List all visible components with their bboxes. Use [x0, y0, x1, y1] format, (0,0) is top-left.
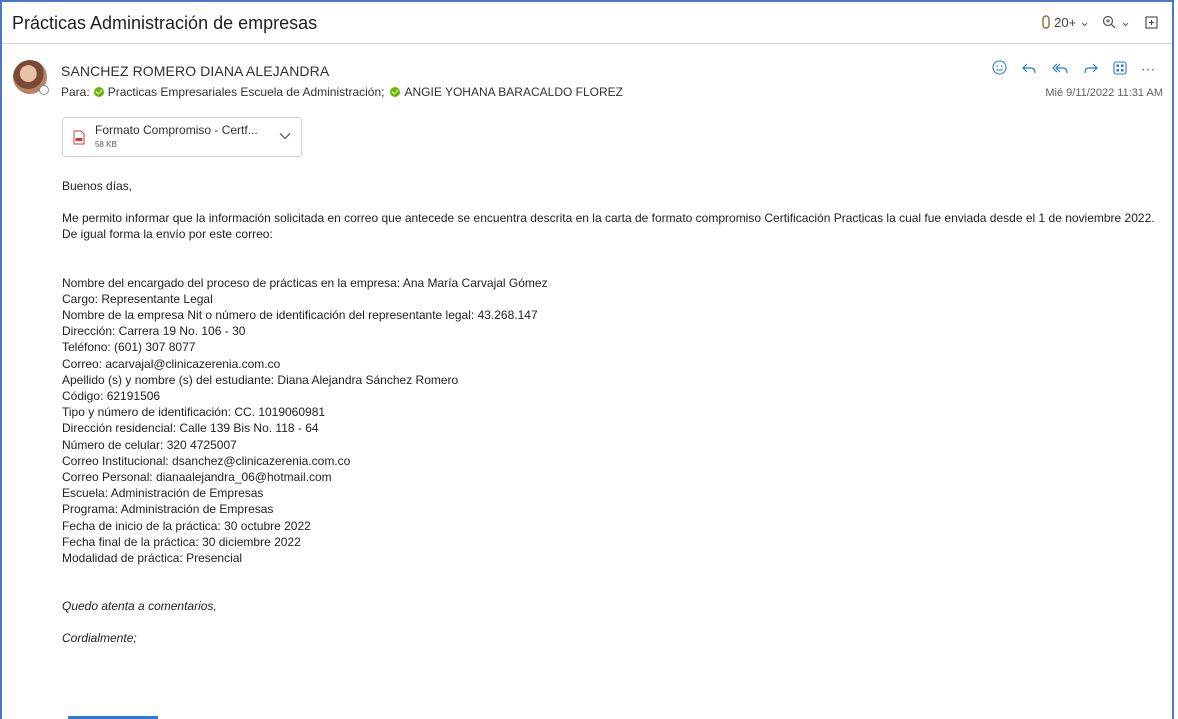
- greeting: Buenos días,: [62, 179, 133, 193]
- attachment-name: Formato Compromiso - Certf...: [95, 123, 258, 137]
- detail-line: Tipo y número de identificación: CC. 101…: [62, 405, 326, 420]
- detail-line: Dirección residencial: Calle 139 Bis No.…: [62, 421, 319, 436]
- detail-line: Número de celular: 320 4725007: [62, 437, 237, 452]
- smiley-icon: [992, 60, 1007, 75]
- email-body: Buenos días, Me permito informar que la …: [62, 178, 1162, 647]
- zoom-icon: [1102, 15, 1116, 29]
- chevron-down-icon: ⌄: [1079, 14, 1091, 29]
- forward-button[interactable]: [1083, 61, 1099, 78]
- email-subject: Prácticas Administración de empresas: [12, 13, 318, 33]
- to-label: Para:: [61, 85, 90, 99]
- sent-date: Mié 9/11/2022 11:31 AM: [1045, 87, 1163, 99]
- reply-all-button[interactable]: [1051, 61, 1069, 78]
- recipient-2[interactable]: ANGIE YOHANA BARACALDO FLOREZ: [404, 85, 623, 99]
- available-status-icon: [390, 87, 401, 97]
- attachment-size: 58 KB: [95, 140, 117, 149]
- reply-icon: [1022, 63, 1036, 73]
- open-in-new-window-button[interactable]: [1145, 15, 1158, 29]
- signoff-line: Cordialmente;: [62, 631, 137, 646]
- detail-line: Teléfono: (601) 307 8077: [62, 340, 196, 355]
- popout-icon: [1145, 15, 1158, 29]
- detail-line: Correo Personal: dianaalejandra_06@hotma…: [62, 470, 332, 485]
- detail-line: Nombre de la empresa Nit o número de ide…: [62, 308, 538, 323]
- detail-line: Nombre del encargado del proceso de prác…: [62, 275, 548, 290]
- detail-line: Apellido (s) y nombre (s) del estudiante…: [62, 372, 459, 387]
- chevron-down-icon: [279, 133, 291, 140]
- detail-line: Correo: acarvajal@clinicazerenia.com.co: [62, 356, 281, 371]
- pdf-file-icon: [73, 130, 85, 145]
- attachment-count: 20+: [1054, 14, 1077, 30]
- attachment-card[interactable]: Formato Compromiso - Certf... 58 KB: [62, 117, 302, 157]
- reply-button[interactable]: [1021, 61, 1037, 78]
- paperclip-icon: [1042, 15, 1050, 29]
- react-button[interactable]: [992, 60, 1007, 78]
- zoom-button[interactable]: ⌄: [1102, 14, 1131, 30]
- detail-line: Código: 62191506: [62, 389, 161, 404]
- detail-line: Fecha de inicio de la práctica: 30 octub…: [62, 518, 311, 533]
- reply-all-icon: [1052, 63, 1068, 73]
- detail-line: Programa: Administración de Empresas: [62, 502, 274, 517]
- chevron-down-icon: ⌄: [1120, 14, 1131, 29]
- more-actions-button[interactable]: ⋯: [1141, 61, 1156, 78]
- available-status-icon: [93, 87, 104, 97]
- attachment-count-button[interactable]: 20+ ⌄: [1041, 14, 1090, 30]
- apps-button[interactable]: [1113, 60, 1127, 78]
- detail-line: Correo Institucional: dsanchez@clinicaze…: [62, 453, 351, 468]
- attachment-options-button[interactable]: [279, 129, 291, 143]
- sender-name[interactable]: SANCHEZ ROMERO DIANA ALEJANDRA: [61, 63, 329, 79]
- recipient-1[interactable]: Practicas Empresariales Escuela de Admin…: [108, 85, 385, 99]
- subject-bar: Prácticas Administración de empresas 20+…: [2, 2, 1172, 44]
- forward-icon: [1084, 63, 1098, 73]
- detail-line: Modalidad de práctica: Presencial: [62, 551, 243, 566]
- top-tools: 20+ ⌄ ⌄: [1041, 14, 1158, 30]
- detail-line: Cargo: Representante Legal: [62, 291, 213, 306]
- detail-line: Escuela: Administración de Empresas: [62, 486, 264, 501]
- recipients-line: Para: Practicas Empresariales Escuela de…: [61, 85, 623, 99]
- apps-grid-icon: [1113, 60, 1127, 75]
- detail-line: Fecha final de la práctica: 30 diciembre…: [62, 534, 301, 549]
- detail-line: Dirección: Carrera 19 No. 106 - 30: [62, 324, 246, 339]
- presence-status-icon: [39, 85, 49, 95]
- closing-line: Quedo atenta a comentarios,: [62, 599, 217, 614]
- intro-paragraph: Me permito informar que la información s…: [62, 211, 1155, 242]
- message-actions: ⋯: [992, 60, 1156, 78]
- more-icon: ⋯: [1141, 60, 1156, 77]
